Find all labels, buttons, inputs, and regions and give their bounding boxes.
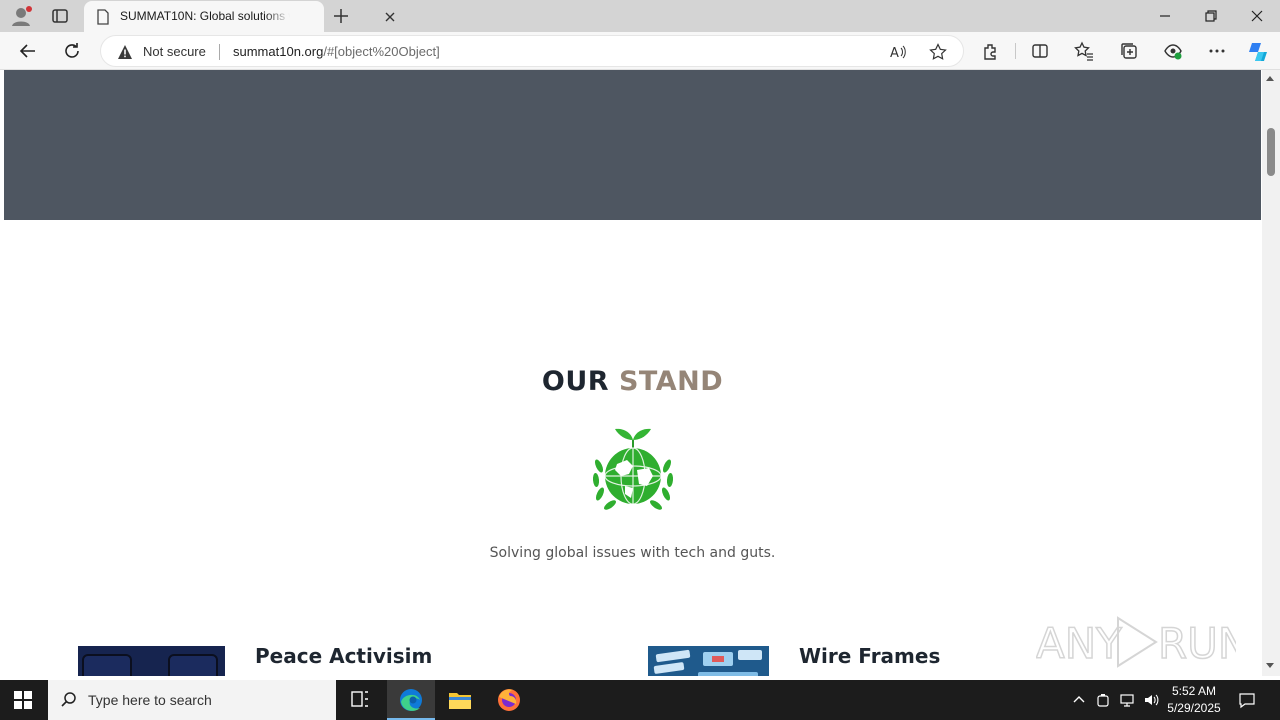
watermark-run: RUN	[1158, 619, 1236, 668]
warning-triangle-icon[interactable]	[117, 44, 133, 60]
phone-image-right	[168, 654, 218, 676]
page-favicon-icon	[96, 9, 110, 25]
tab-bar: SUMMAT10N: Global solutions with tech an…	[0, 0, 1280, 32]
search-icon	[60, 691, 78, 709]
read-aloud-icon[interactable]: A	[889, 43, 907, 61]
task-view-icon[interactable]	[336, 680, 384, 720]
tray-chevron-up-icon[interactable]	[1071, 692, 1087, 708]
url-text[interactable]: summat10n.org/#[object%20Object]	[233, 44, 440, 59]
file-explorer-icon[interactable]	[436, 680, 484, 720]
edge-taskbar-icon[interactable]	[387, 680, 435, 720]
back-arrow-icon[interactable]	[18, 41, 38, 61]
browser-essentials-icon[interactable]	[1163, 41, 1183, 61]
notifications-icon[interactable]	[1238, 691, 1256, 709]
section-title-part2: STAND	[618, 366, 724, 397]
favorites-icon[interactable]	[1074, 41, 1094, 61]
scroll-up-icon[interactable]	[1266, 76, 1274, 81]
windows-start-icon[interactable]	[14, 691, 32, 709]
copilot-icon[interactable]	[1246, 40, 1270, 64]
collections-icon[interactable]	[1119, 41, 1139, 61]
watermark-any: ANY	[1036, 619, 1122, 668]
firefox-icon[interactable]	[485, 680, 533, 720]
profile-avatar-icon[interactable]	[10, 5, 32, 27]
taskbar-search-box[interactable]: Type here to search	[48, 680, 336, 720]
refresh-icon[interactable]	[62, 41, 82, 61]
extensions-icon[interactable]	[981, 41, 1001, 61]
clock-time: 5:52 AM	[1171, 684, 1217, 698]
section-title-part1: OUR	[541, 366, 610, 397]
phone-image-left	[82, 654, 132, 676]
clock-date: 5/29/2025	[1167, 701, 1221, 715]
svg-text:A: A	[890, 46, 899, 61]
windows-taskbar: Type here to search 5:52 AM 5/29/2025	[0, 680, 1280, 720]
page-viewport: OUR STAND Solving global issues with tec…	[0, 70, 1280, 676]
new-tab-icon[interactable]	[332, 7, 350, 25]
tab-actions-icon[interactable]	[50, 6, 70, 26]
page-scrollbar[interactable]	[1262, 70, 1280, 676]
scroll-thumb[interactable]	[1267, 128, 1275, 176]
tab-title: SUMMAT10N: Global solutions with tech an…	[120, 9, 290, 23]
system-clock[interactable]: 5:52 AM 5/29/2025	[1160, 683, 1228, 717]
anyrun-watermark-icon: ANY RUN	[1035, 610, 1250, 674]
url-domain: summat10n.org	[233, 44, 324, 59]
favorite-star-icon[interactable]	[929, 43, 947, 61]
split-screen-icon[interactable]	[1030, 41, 1050, 61]
minimize-icon[interactable]	[1155, 6, 1175, 26]
browser-toolbar: Not secure summat10n.org/#[object%20Obje…	[0, 32, 1280, 70]
card-title-peace-activism[interactable]: Peace Activisim	[255, 644, 432, 668]
address-bar[interactable]: Not secure summat10n.org/#[object%20Obje…	[100, 35, 964, 67]
network-icon[interactable]	[1119, 692, 1135, 708]
wire-frames-image[interactable]	[648, 646, 769, 676]
url-path: /#[object%20Object]	[323, 44, 440, 59]
tray-security-icon[interactable]	[1095, 692, 1111, 708]
security-label[interactable]: Not secure	[143, 44, 206, 59]
taskbar-search-placeholder: Type here to search	[88, 692, 212, 708]
toolbar-divider	[1015, 43, 1016, 59]
globe-leaf-icon	[585, 422, 681, 516]
more-options-icon[interactable]	[1207, 41, 1227, 61]
close-window-icon[interactable]	[1247, 6, 1267, 26]
card-title-wire-frames[interactable]: Wire Frames	[799, 644, 940, 668]
section-title: OUR STAND	[0, 366, 1265, 397]
active-tab[interactable]: SUMMAT10N: Global solutions with tech an…	[84, 1, 395, 32]
section-tagline: Solving global issues with tech and guts…	[489, 545, 776, 561]
peace-activism-image[interactable]	[78, 646, 225, 676]
scroll-down-icon[interactable]	[1266, 663, 1274, 668]
restore-icon[interactable]	[1201, 6, 1221, 26]
volume-icon[interactable]	[1143, 692, 1159, 708]
address-separator	[219, 44, 220, 60]
hero-banner	[4, 70, 1261, 220]
tab-close-icon[interactable]	[382, 9, 398, 25]
